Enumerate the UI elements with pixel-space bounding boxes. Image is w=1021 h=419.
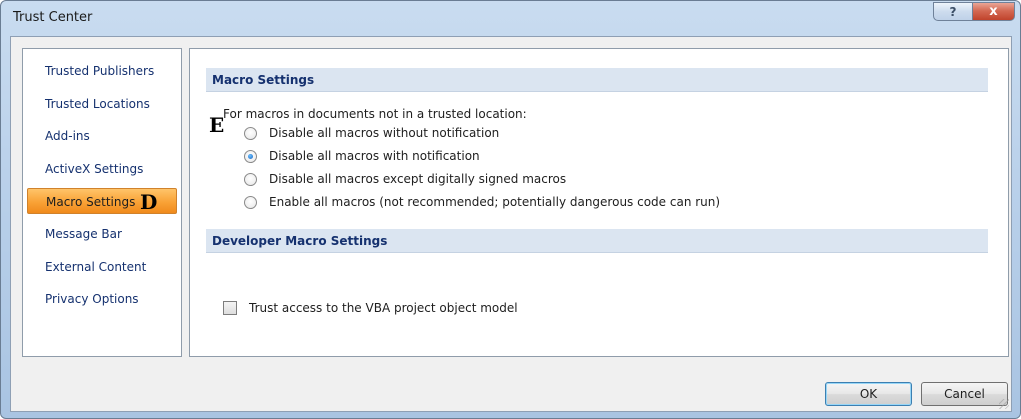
macro-intro-text: For macros in documents not in a trusted… [223,107,527,121]
sidebar-item-message-bar[interactable]: Message Bar [27,221,177,247]
radio-label: Enable all macros (not recommended; pote… [269,195,721,209]
close-icon: x [989,4,998,19]
sidebar-item-macro-settings[interactable]: Macro Settings D [27,188,177,214]
annotation-marker-e: E [209,113,225,137]
macro-settings-header: Macro Settings [206,68,988,92]
cancel-button[interactable]: Cancel [921,382,1008,406]
help-icon: ? [949,4,957,19]
sidebar-item-external-content[interactable]: External Content [27,254,177,280]
sidebar-item-trusted-locations[interactable]: Trusted Locations [27,91,177,117]
category-sidebar: Trusted Publishers Trusted Locations Add… [22,48,182,357]
trust-center-dialog: Trust Center ? x Trusted Publishers Trus… [0,0,1021,419]
annotation-marker-d: D [140,190,158,214]
sidebar-item-activex-settings[interactable]: ActiveX Settings [27,156,177,182]
radio-button[interactable] [244,126,257,140]
settings-panel: Macro Settings For macros in documents n… [189,48,1009,357]
radio-disable-without-notification[interactable]: Disable all macros without notification [244,124,499,142]
vba-trust-checkbox[interactable] [223,301,237,315]
title-bar[interactable]: Trust Center ? x [1,1,1020,35]
sidebar-item-add-ins[interactable]: Add-ins [27,123,177,149]
radio-button[interactable] [244,195,257,209]
ok-button[interactable]: OK [825,382,912,406]
sidebar-item-label: Macro Settings [46,195,136,209]
radio-label: Disable all macros except digitally sign… [269,172,567,186]
dialog-title: Trust Center [13,10,93,25]
close-button[interactable]: x [972,2,1015,21]
radio-label: Disable all macros with notification [269,149,480,163]
radio-disable-except-signed[interactable]: Disable all macros except digitally sign… [244,170,566,188]
resize-grip-icon[interactable] [999,399,1009,409]
developer-settings-header: Developer Macro Settings [206,229,988,253]
radio-enable-all-macros[interactable]: Enable all macros (not recommended; pote… [244,193,720,211]
dialog-body: Trusted Publishers Trusted Locations Add… [10,36,1012,412]
sidebar-item-trusted-publishers[interactable]: Trusted Publishers [27,58,177,84]
help-button[interactable]: ? [933,2,973,21]
checkbox-label: Trust access to the VBA project object m… [249,301,518,315]
radio-disable-with-notification[interactable]: Disable all macros with notification [244,147,480,165]
radio-label: Disable all macros without notification [269,126,500,140]
radio-button-selected[interactable] [244,149,257,163]
radio-button[interactable] [244,172,257,186]
vba-trust-checkbox-row[interactable]: Trust access to the VBA project object m… [223,301,518,315]
sidebar-item-privacy-options[interactable]: Privacy Options [27,286,177,312]
